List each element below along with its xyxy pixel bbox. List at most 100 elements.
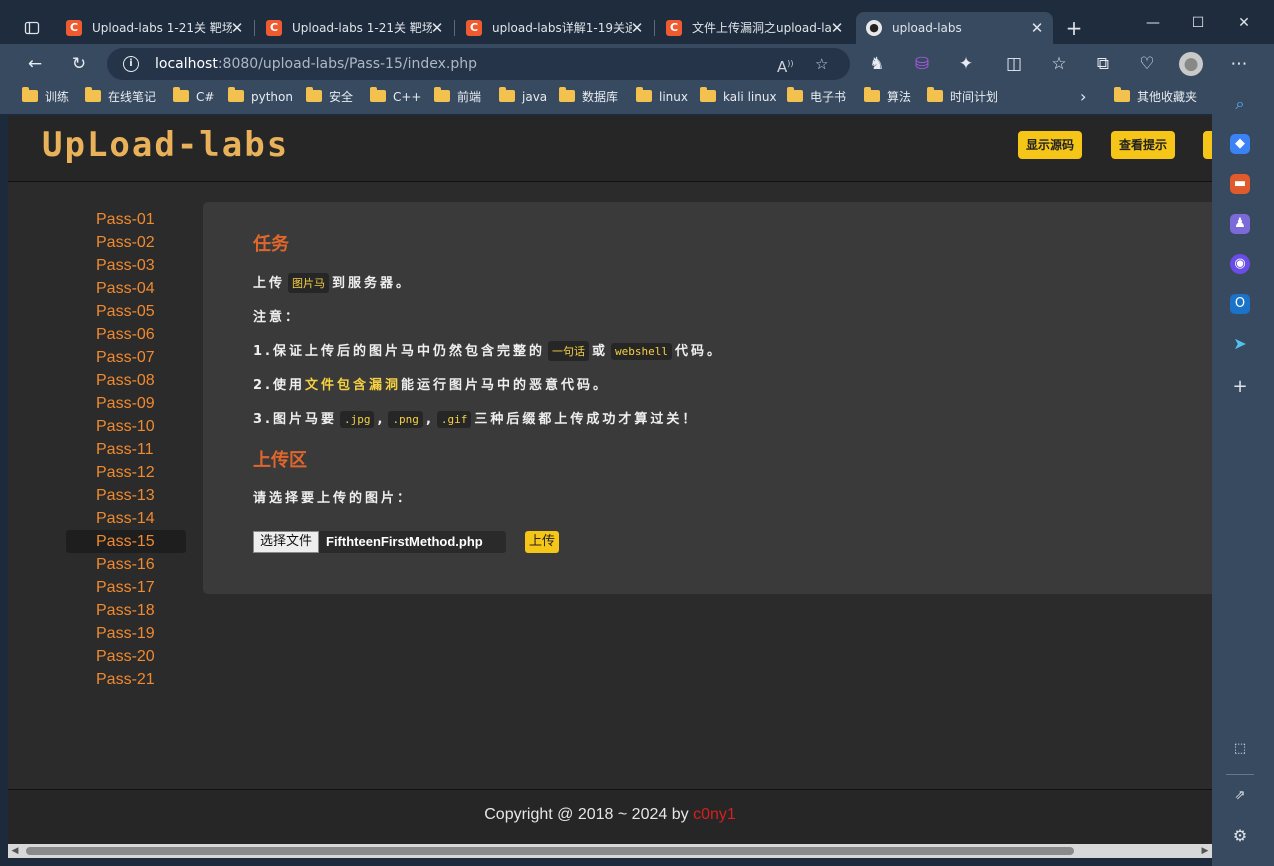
favorite-star-icon[interactable]: ☆ xyxy=(815,48,828,80)
bookmark-folder[interactable]: 在线笔记 xyxy=(85,84,156,112)
back-icon[interactable]: ← xyxy=(21,50,49,78)
shopping-tag-icon[interactable]: ◆ xyxy=(1230,134,1250,154)
bookmark-folder[interactable]: 电子书 xyxy=(787,84,846,112)
scroll-right-icon[interactable]: ▶ xyxy=(1198,844,1212,858)
profile-avatar[interactable]: ● xyxy=(1179,52,1203,76)
refresh-icon[interactable]: ↻ xyxy=(65,50,93,78)
site-logo[interactable]: UpLoad-labs xyxy=(42,125,289,165)
menu-item-pass-12[interactable]: Pass-12 xyxy=(66,461,186,484)
bookmark-folder[interactable]: 安全 xyxy=(306,84,353,112)
bookmark-folder[interactable]: python xyxy=(228,84,293,112)
tab-5-active[interactable]: ● upload-labs ✕ xyxy=(856,12,1053,44)
collections-icon[interactable]: ⧉ xyxy=(1089,50,1117,78)
view-hint-button[interactable]: 查看提示 xyxy=(1111,131,1176,159)
send-paper-plane-icon[interactable]: ➤ xyxy=(1230,334,1250,354)
scrollbar-thumb[interactable] xyxy=(26,847,1074,855)
menu-item-pass-16[interactable]: Pass-16 xyxy=(66,553,186,576)
scroll-left-icon[interactable]: ◀ xyxy=(8,844,22,858)
menu-item-pass-04[interactable]: Pass-04 xyxy=(66,277,186,300)
bookmark-folder[interactable]: linux xyxy=(636,84,688,112)
extensions-icon[interactable]: ✦ xyxy=(952,50,980,78)
outlook-icon[interactable]: O xyxy=(1230,294,1250,314)
menu-item-pass-15-active[interactable]: Pass-15 xyxy=(66,530,186,553)
menu-item-pass-13[interactable]: Pass-13 xyxy=(66,484,186,507)
menu-item-pass-07[interactable]: Pass-07 xyxy=(66,346,186,369)
menu-item-pass-02[interactable]: Pass-02 xyxy=(66,231,186,254)
extension-spy-icon[interactable]: ♞ xyxy=(863,50,891,78)
tab-close-icon[interactable]: ✕ xyxy=(827,12,847,44)
choose-file-button[interactable]: 选择文件 xyxy=(253,531,320,553)
menu-item-pass-01[interactable]: Pass-01 xyxy=(66,208,186,231)
code-tag: .png xyxy=(388,411,423,428)
open-external-icon[interactable]: ⇗ xyxy=(1230,786,1250,806)
menu-item-pass-20[interactable]: Pass-20 xyxy=(66,645,186,668)
bookmark-folder[interactable]: C# xyxy=(173,84,214,112)
bookmark-label: 安全 xyxy=(329,90,354,104)
tab-3[interactable]: C upload-labs详解1-19关通关 ✕ xyxy=(456,12,653,44)
bookmark-folder[interactable]: 前端 xyxy=(434,84,481,112)
tab-actions-icon[interactable] xyxy=(14,12,48,44)
site-info-icon[interactable]: i xyxy=(123,56,139,72)
menu-item-pass-19[interactable]: Pass-19 xyxy=(66,622,186,645)
file-input[interactable]: 选择文件 FifthteenFirstMethod.php xyxy=(253,531,506,553)
bookmarks-overflow-chevron-icon[interactable]: › xyxy=(1080,84,1086,112)
favorites-icon[interactable]: ☆ xyxy=(1045,50,1073,78)
menu-item-pass-08[interactable]: Pass-08 xyxy=(66,369,186,392)
show-source-button[interactable]: 显示源码 xyxy=(1018,131,1083,159)
menu-item-pass-10[interactable]: Pass-10 xyxy=(66,415,186,438)
close-window-button[interactable]: ✕ xyxy=(1222,8,1266,38)
address-bar[interactable]: i localhost:8080/upload-labs/Pass-15/ind… xyxy=(107,48,850,80)
bookmark-label: 时间计划 xyxy=(950,90,999,104)
horizontal-scrollbar[interactable]: ◀ ▶ xyxy=(8,844,1212,858)
author-link[interactable]: c0ny1 xyxy=(693,806,736,823)
new-tab-button[interactable]: + xyxy=(1063,14,1085,42)
tab-close-icon[interactable]: ✕ xyxy=(427,12,447,44)
menu-item-pass-17[interactable]: Pass-17 xyxy=(66,576,186,599)
screenshot-capture-icon[interactable]: ⬚ xyxy=(1230,739,1250,759)
menu-item-pass-03[interactable]: Pass-03 xyxy=(66,254,186,277)
tab-2[interactable]: C Upload-labs 1-21关 靶场通关 ✕ xyxy=(256,12,453,44)
bookmark-folder[interactable]: 数据库 xyxy=(559,84,618,112)
tab-close-icon[interactable]: ✕ xyxy=(227,12,247,44)
menu-item-pass-06[interactable]: Pass-06 xyxy=(66,323,186,346)
minimize-button[interactable]: — xyxy=(1131,8,1175,38)
tab-4[interactable]: C 文件上传漏洞之upload-labs ✕ xyxy=(656,12,853,44)
split-screen-icon[interactable]: ◫ xyxy=(1000,50,1028,78)
url-text[interactable]: localhost:8080/upload-labs/Pass-15/index… xyxy=(155,48,477,80)
bookmark-folder[interactable]: 算法 xyxy=(864,84,911,112)
settings-gear-icon[interactable]: ⚙ xyxy=(1230,826,1250,846)
bookmark-folder[interactable]: java xyxy=(499,84,547,112)
add-sidebar-app-icon[interactable]: + xyxy=(1230,377,1250,397)
clipped-header-button[interactable] xyxy=(1203,131,1212,159)
tools-toolbox-icon[interactable]: ▬ xyxy=(1230,174,1250,194)
bookmark-folder[interactable]: 时间计划 xyxy=(927,84,998,112)
menu-item-pass-11[interactable]: Pass-11 xyxy=(66,438,186,461)
menu-item-pass-18[interactable]: Pass-18 xyxy=(66,599,186,622)
menu-item-pass-05[interactable]: Pass-05 xyxy=(66,300,186,323)
search-icon[interactable]: ⌕ xyxy=(1230,94,1250,114)
selected-file-name: FifthteenFirstMethod.php xyxy=(326,534,483,549)
upload-prompt: 请选择要上传的图片： xyxy=(253,491,414,506)
tab-close-icon[interactable]: ✕ xyxy=(627,12,647,44)
games-icon[interactable]: ♟ xyxy=(1230,214,1250,234)
tab-separator xyxy=(254,20,255,36)
bookmark-folder[interactable]: kali linux xyxy=(700,84,777,112)
upload-submit-button[interactable]: 上传 xyxy=(525,531,560,553)
menu-item-pass-14[interactable]: Pass-14 xyxy=(66,507,186,530)
highlight-link[interactable]: 文件包含漏洞 xyxy=(305,378,401,393)
tab-1[interactable]: C Upload-labs 1-21关 靶场通关 ✕ xyxy=(56,12,253,44)
other-bookmarks-folder[interactable]: 其他收藏夹 xyxy=(1114,84,1197,112)
folder-icon xyxy=(306,87,322,102)
bookmark-label: 其他收藏夹 xyxy=(1137,90,1198,104)
menu-item-pass-21[interactable]: Pass-21 xyxy=(66,668,186,691)
more-menu-icon[interactable]: ⋯ xyxy=(1225,50,1253,78)
read-aloud-icon[interactable]: A)) xyxy=(777,48,794,83)
bookmark-folder[interactable]: 训练 xyxy=(22,84,69,112)
extension-network-icon[interactable]: ⛁ xyxy=(908,50,936,78)
maximize-button[interactable]: ☐ xyxy=(1176,8,1220,38)
tab-close-icon[interactable]: ✕ xyxy=(1027,12,1047,44)
menu-item-pass-09[interactable]: Pass-09 xyxy=(66,392,186,415)
bookmark-folder[interactable]: C++ xyxy=(370,84,422,112)
browser-essentials-icon[interactable]: ♡ xyxy=(1133,50,1161,78)
copilot-icon[interactable]: ◉ xyxy=(1230,254,1250,274)
